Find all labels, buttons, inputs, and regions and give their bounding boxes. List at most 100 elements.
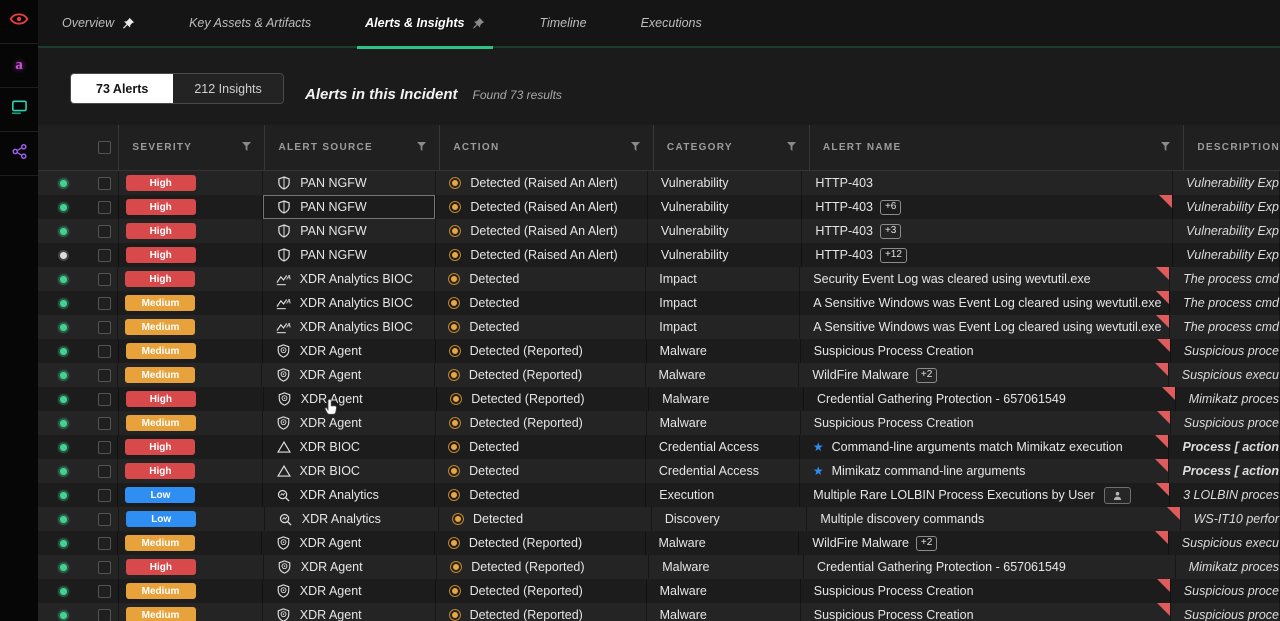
- column-header-category[interactable]: CATEGORY: [654, 125, 810, 170]
- alert-name-label[interactable]: Suspicious Process Creation: [814, 344, 974, 358]
- alert-name-label[interactable]: Suspicious Process Creation: [814, 584, 974, 598]
- pin-icon[interactable]: [122, 17, 135, 30]
- filter-icon[interactable]: [242, 142, 251, 154]
- alert-name-label[interactable]: Suspicious Process Creation: [814, 416, 974, 430]
- column-header-alert-source[interactable]: ALERT SOURCE: [265, 125, 440, 170]
- nav-tab-executions[interactable]: Executions: [641, 0, 702, 47]
- severity-badge: Medium: [126, 583, 196, 599]
- alert-name-label[interactable]: HTTP-403: [815, 200, 873, 214]
- alert-name-label[interactable]: HTTP-403: [815, 248, 873, 262]
- table-row[interactable]: High A XDR Analytics BIOC Detected: [38, 267, 1280, 291]
- alert-name-label[interactable]: A Sensitive Windows was Event Log cleare…: [813, 296, 1161, 310]
- pan-ngfw-shield-icon: [276, 248, 292, 262]
- alert-name-label[interactable]: Multiple discovery commands: [820, 512, 984, 526]
- alert-status-dot: [60, 348, 67, 355]
- select-all-checkbox[interactable]: [98, 141, 111, 154]
- alert-name-label[interactable]: A Sensitive Windows was Event Log cleare…: [813, 320, 1161, 334]
- flag-marker: [1155, 531, 1168, 544]
- filter-icon[interactable]: [631, 142, 640, 154]
- alert-name-label[interactable]: Multiple Rare LOLBIN Process Executions …: [813, 488, 1094, 502]
- row-checkbox[interactable]: [98, 345, 111, 358]
- row-checkbox[interactable]: [98, 225, 111, 238]
- user-icon-button[interactable]: [1104, 487, 1131, 504]
- filter-icon[interactable]: [417, 142, 426, 154]
- row-checkbox[interactable]: [98, 201, 111, 214]
- pin-icon[interactable]: [472, 17, 485, 30]
- alert-source-label: PAN NGFW: [300, 224, 366, 238]
- alert-name-label[interactable]: Mimikatz command-line arguments: [832, 464, 1026, 478]
- table-row[interactable]: Medium A XDR Agent Detected (Reported): [38, 363, 1280, 387]
- nav-tab-key-assets-artifacts[interactable]: Key Assets & Artifacts: [189, 0, 311, 47]
- grouped-count-badge[interactable]: +2: [916, 368, 937, 383]
- alert-name-label[interactable]: HTTP-403: [815, 176, 873, 190]
- grouped-count-badge[interactable]: +3: [880, 224, 901, 239]
- table-row[interactable]: Low A XDR Analytics Detected Di: [38, 507, 1280, 531]
- grouped-count-badge[interactable]: +12: [880, 248, 907, 263]
- table-row[interactable]: High A PAN NGFW Detected (Raised An Aler…: [38, 195, 1280, 219]
- column-header-action[interactable]: ACTION: [440, 125, 654, 170]
- alert-source-label: XDR Analytics BIOC: [300, 320, 413, 334]
- row-checkbox[interactable]: [98, 609, 111, 621]
- xdr-agent-icon: [276, 344, 292, 358]
- nav-tab-alerts-insights[interactable]: Alerts & Insights: [365, 0, 485, 47]
- table-row[interactable]: High A PAN NGFW Detected (Raised An Aler…: [38, 171, 1280, 195]
- column-header-description[interactable]: DESCRIPTION: [1184, 125, 1280, 170]
- table-row[interactable]: Medium A XDR Agent Detected (Reported): [38, 579, 1280, 603]
- insights-toggle-button[interactable]: 212 Insights: [173, 74, 282, 103]
- table-row[interactable]: Medium A XDR Agent Detected (Reported): [38, 411, 1280, 435]
- row-checkbox[interactable]: [98, 249, 111, 262]
- alert-name-label[interactable]: WildFire Malware: [812, 536, 909, 550]
- column-header-severity[interactable]: SEVERITY: [119, 125, 265, 170]
- alert-name-label[interactable]: Credential Gathering Protection - 657061…: [817, 392, 1066, 406]
- action-label: Detected (Reported): [471, 560, 584, 574]
- row-checkbox[interactable]: [98, 369, 111, 382]
- row-checkbox[interactable]: [98, 393, 111, 406]
- table-row[interactable]: High A XDR BIOC Detected Creden: [38, 459, 1280, 483]
- table-row[interactable]: High A PAN NGFW Detected (Raised An Aler…: [38, 219, 1280, 243]
- row-checkbox[interactable]: [98, 585, 111, 598]
- sidebar-item-home[interactable]: [0, 0, 38, 44]
- row-checkbox[interactable]: [98, 465, 111, 478]
- action-label: Detected: [473, 512, 523, 526]
- table-row[interactable]: Medium A XDR Agent Detected (Reported): [38, 603, 1280, 621]
- table-row[interactable]: Medium A XDR Analytics BIOC Detected: [38, 291, 1280, 315]
- sidebar-item-endpoints[interactable]: [0, 88, 38, 132]
- row-checkbox[interactable]: [98, 273, 111, 286]
- column-header-alert-name[interactable]: ALERT NAME: [810, 125, 1184, 170]
- table-row[interactable]: High A XDR Agent Detected (Reported): [38, 555, 1280, 579]
- table-row[interactable]: High A XDR Agent Detected (Reported): [38, 387, 1280, 411]
- table-row[interactable]: High A XDR BIOC Detected Creden: [38, 435, 1280, 459]
- grouped-count-badge[interactable]: +2: [916, 536, 937, 551]
- alert-name-label[interactable]: Command-line arguments match Mimikatz ex…: [832, 440, 1123, 454]
- table-row[interactable]: Medium A XDR Analytics BIOC Detected: [38, 315, 1280, 339]
- alert-name-label[interactable]: WildFire Malware: [812, 368, 909, 382]
- row-checkbox[interactable]: [98, 489, 111, 502]
- alert-name-label[interactable]: Security Event Log was cleared using wev…: [813, 272, 1090, 286]
- table-row[interactable]: High A PAN NGFW Detected (Raised An Aler…: [38, 243, 1280, 267]
- row-checkbox[interactable]: [98, 297, 111, 310]
- alert-name-label[interactable]: HTTP-403: [815, 224, 873, 238]
- detected-icon: [452, 513, 464, 525]
- row-checkbox[interactable]: [98, 441, 111, 454]
- row-checkbox[interactable]: [98, 513, 111, 526]
- filter-icon[interactable]: [787, 142, 796, 154]
- nav-tab-overview[interactable]: Overview: [62, 0, 135, 47]
- table-row[interactable]: Medium A XDR Agent Detected (Reported): [38, 339, 1280, 363]
- alert-name-label[interactable]: Suspicious Process Creation: [814, 608, 974, 621]
- table-row[interactable]: Low A XDR Analytics Detected Ex: [38, 483, 1280, 507]
- row-checkbox[interactable]: [98, 417, 111, 430]
- row-checkbox[interactable]: [98, 537, 111, 550]
- table-row[interactable]: Medium A XDR Agent Detected (Reported): [38, 531, 1280, 555]
- row-checkbox[interactable]: [98, 321, 111, 334]
- alerts-toggle-button[interactable]: 73 Alerts: [71, 74, 173, 103]
- alert-name-label[interactable]: Credential Gathering Protection - 657061…: [817, 560, 1066, 574]
- svg-text:A: A: [285, 298, 291, 305]
- nav-tab-timeline[interactable]: Timeline: [539, 0, 586, 47]
- filter-icon[interactable]: [1161, 142, 1170, 154]
- svg-text:A: A: [285, 322, 291, 329]
- sidebar-item-incidents[interactable]: a: [0, 44, 38, 88]
- row-checkbox[interactable]: [98, 177, 111, 190]
- row-checkbox[interactable]: [98, 561, 111, 574]
- sidebar-item-share[interactable]: [0, 132, 38, 176]
- grouped-count-badge[interactable]: +6: [880, 200, 901, 215]
